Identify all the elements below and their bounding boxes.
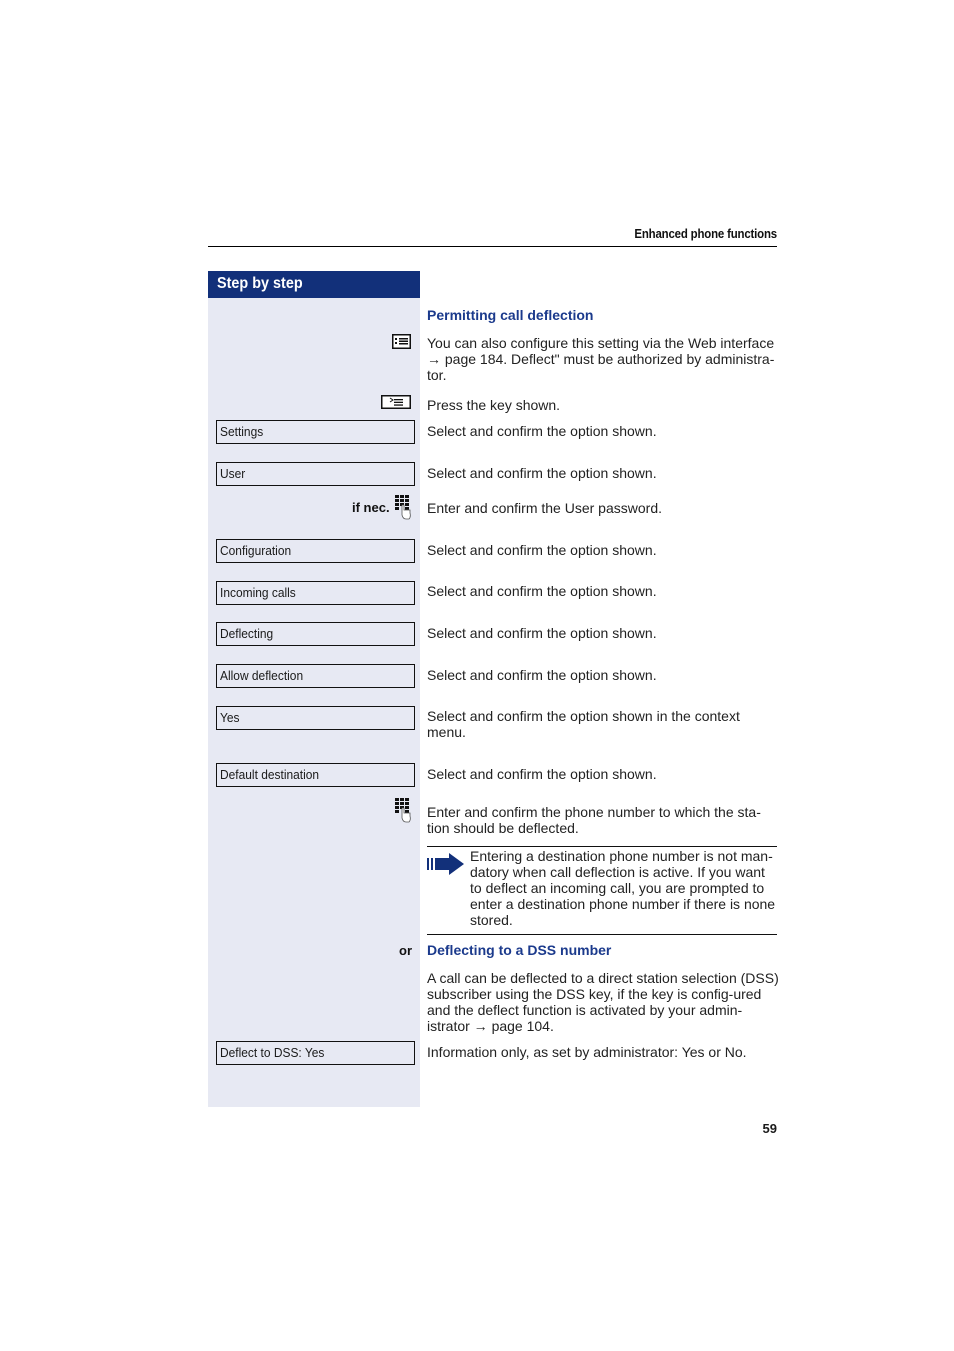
step-text: Select and confirm the option shown. xyxy=(427,766,657,782)
menu-option-deflect-to-dss[interactable]: Deflect to DSS: Yes xyxy=(216,1041,415,1065)
step-text: Select and confirm the option shown. xyxy=(427,423,657,439)
page-number: 59 xyxy=(762,1121,777,1136)
menu-option-configuration[interactable]: Configuration xyxy=(216,539,415,563)
step-text: You can also configure this setting via … xyxy=(427,335,775,383)
note-text: Entering a destination phone number is n… xyxy=(470,848,776,928)
menu-option-label: Yes xyxy=(220,710,240,725)
menu-option-label: Default destination xyxy=(220,767,320,782)
header-divider xyxy=(208,246,777,247)
step-text: Select and confirm the option shown. xyxy=(427,625,657,641)
step-text: Select and confirm the option shown in t… xyxy=(427,708,740,740)
note-arrow-icon xyxy=(427,852,465,881)
step-text: A call can be deflected to a direct stat… xyxy=(427,970,779,1034)
step-text: Select and confirm the option shown. xyxy=(427,583,657,599)
section-title-permitting: Permitting call deflection xyxy=(427,307,594,323)
menu-option-default-destination[interactable]: Default destination xyxy=(216,763,415,787)
menu-key-icon[interactable] xyxy=(381,395,411,414)
menu-option-settings[interactable]: Settings xyxy=(216,420,415,444)
menu-option-label: User xyxy=(220,466,246,481)
menu-option-label: Incoming calls xyxy=(220,585,296,600)
menu-option-deflecting[interactable]: Deflecting xyxy=(216,622,415,646)
step-text: Select and confirm the option shown. xyxy=(427,542,657,558)
menu-option-yes[interactable]: Yes xyxy=(216,706,415,730)
step-text: Enter and confirm the User password. xyxy=(427,500,662,516)
step-text: Select and confirm the option shown. xyxy=(427,465,657,481)
menu-option-label: Allow deflection xyxy=(220,668,304,683)
chapter-title: Enhanced phone functions xyxy=(634,226,777,241)
menu-option-allow-deflection[interactable]: Allow deflection xyxy=(216,664,415,688)
menu-option-label: Settings xyxy=(220,424,264,439)
sidebar-heading: Step by step xyxy=(208,271,420,298)
step-text: Press the key shown. xyxy=(427,397,561,413)
step-text: Select and confirm the option shown. xyxy=(427,667,657,683)
menu-option-user[interactable]: User xyxy=(216,462,415,486)
note-top-rule xyxy=(427,846,777,847)
keypad-icon xyxy=(395,495,412,526)
menu-option-label: Configuration xyxy=(220,543,292,558)
sidebar-heading-text: Step by step xyxy=(217,275,303,292)
section-title-dss: Deflecting to a DSS number xyxy=(427,942,612,958)
web-interface-icon xyxy=(392,334,411,354)
keypad-icon xyxy=(395,798,412,829)
menu-option-incoming-calls[interactable]: Incoming calls xyxy=(216,581,415,605)
or-label: or xyxy=(399,943,412,958)
menu-option-label: Deflecting xyxy=(220,626,274,641)
step-text: Information only, as set by administrato… xyxy=(427,1044,747,1060)
step-text: Enter and confirm the phone number to wh… xyxy=(427,804,761,836)
note-bottom-rule xyxy=(427,934,777,935)
if-necessary-label: if nec. xyxy=(352,500,390,515)
menu-option-label: Deflect to DSS: Yes xyxy=(220,1045,325,1060)
